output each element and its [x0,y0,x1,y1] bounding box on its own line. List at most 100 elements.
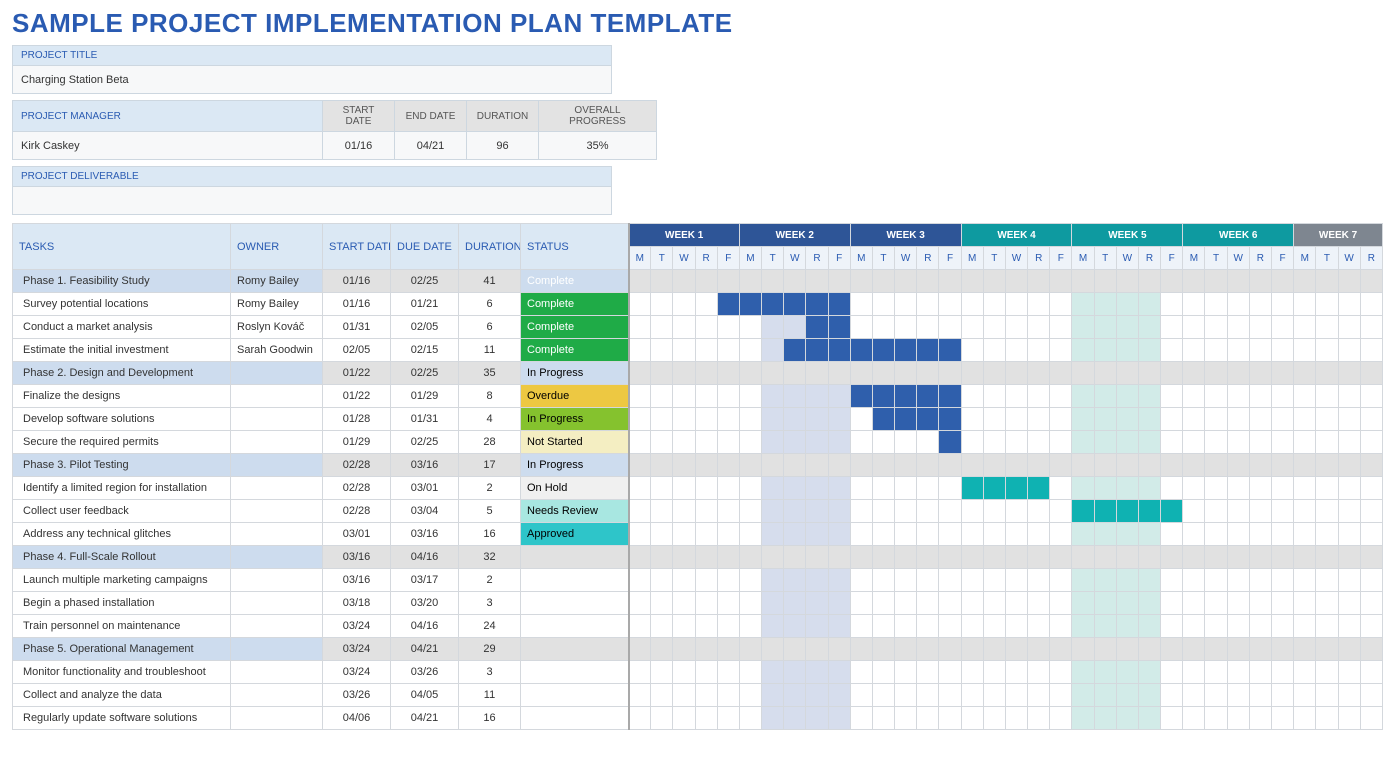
status-cell[interactable]: Complete [521,270,629,293]
task-name[interactable]: Phase 1. Feasibility Study [13,270,231,293]
plan-table[interactable]: TASKSOWNERSTART DATEDUE DATEDURATIONSTAT… [12,223,1383,730]
dur-cell[interactable]: 11 [459,684,521,707]
start-cell[interactable]: 02/28 [323,500,391,523]
status-cell[interactable]: Complete [521,293,629,316]
task-row[interactable]: Survey potential locationsRomy Bailey01/… [13,293,1383,316]
dur-cell[interactable]: 24 [459,615,521,638]
start-cell[interactable]: 01/16 [323,293,391,316]
status-cell[interactable]: Needs Review [521,500,629,523]
dur-cell[interactable]: 6 [459,293,521,316]
owner-cell[interactable]: Romy Bailey [231,293,323,316]
task-row[interactable]: Finalize the designs01/2201/298Overdue [13,385,1383,408]
task-name[interactable]: Collect and analyze the data [13,684,231,707]
owner-cell[interactable] [231,638,323,661]
dur-cell[interactable]: 17 [459,454,521,477]
due-cell[interactable]: 02/25 [391,362,459,385]
status-cell[interactable] [521,638,629,661]
task-row[interactable]: Identify a limited region for installati… [13,477,1383,500]
due-cell[interactable]: 03/04 [391,500,459,523]
start-cell[interactable]: 02/05 [323,339,391,362]
dur-cell[interactable]: 16 [459,707,521,730]
status-cell[interactable] [521,684,629,707]
due-cell[interactable]: 02/05 [391,316,459,339]
due-cell[interactable]: 04/16 [391,546,459,569]
start-cell[interactable]: 03/26 [323,684,391,707]
status-cell[interactable]: In Progress [521,408,629,431]
owner-cell[interactable]: Romy Bailey [231,270,323,293]
owner-cell[interactable] [231,661,323,684]
task-name[interactable]: Estimate the initial investment [13,339,231,362]
owner-cell[interactable] [231,385,323,408]
start-cell[interactable]: 01/16 [323,270,391,293]
start-cell[interactable]: 01/22 [323,362,391,385]
task-name[interactable]: Train personnel on maintenance [13,615,231,638]
owner-cell[interactable] [231,431,323,454]
owner-cell[interactable] [231,500,323,523]
start-cell[interactable]: 01/22 [323,385,391,408]
start-cell[interactable]: 01/28 [323,408,391,431]
dur-cell[interactable]: 41 [459,270,521,293]
task-row[interactable]: Address any technical glitches03/0103/16… [13,523,1383,546]
start-cell[interactable]: 03/16 [323,569,391,592]
owner-cell[interactable] [231,523,323,546]
status-cell[interactable] [521,592,629,615]
task-name[interactable]: Phase 4. Full-Scale Rollout [13,546,231,569]
dur-cell[interactable]: 2 [459,477,521,500]
dur-cell[interactable]: 8 [459,385,521,408]
task-row[interactable]: Launch multiple marketing campaigns03/16… [13,569,1383,592]
dur-cell[interactable]: 5 [459,500,521,523]
task-name[interactable]: Phase 2. Design and Development [13,362,231,385]
project-progress-value[interactable]: 35% [539,132,657,160]
project-end-value[interactable]: 04/21 [395,132,467,160]
task-row[interactable]: Conduct a market analysisRoslyn Kováč01/… [13,316,1383,339]
task-name[interactable]: Regularly update software solutions [13,707,231,730]
due-cell[interactable]: 01/31 [391,408,459,431]
dur-cell[interactable]: 28 [459,431,521,454]
due-cell[interactable]: 02/25 [391,270,459,293]
start-cell[interactable]: 03/24 [323,615,391,638]
task-row[interactable]: Train personnel on maintenance 03/2404/16… [13,615,1383,638]
status-cell[interactable]: Overdue [521,385,629,408]
dur-cell[interactable]: 32 [459,546,521,569]
dur-cell[interactable]: 6 [459,316,521,339]
task-row[interactable]: Estimate the initial investmentSarah Goo… [13,339,1383,362]
owner-cell[interactable]: Sarah Goodwin [231,339,323,362]
task-name[interactable]: Conduct a market analysis [13,316,231,339]
task-name[interactable]: Collect user feedback [13,500,231,523]
due-cell[interactable]: 04/05 [391,684,459,707]
owner-cell[interactable] [231,707,323,730]
task-name[interactable]: Monitor functionality and troubleshoot [13,661,231,684]
due-cell[interactable]: 02/15 [391,339,459,362]
task-row[interactable]: Regularly update software solutions04/06… [13,707,1383,730]
task-name[interactable]: Finalize the designs [13,385,231,408]
task-row[interactable]: Monitor functionality and troubleshoot03… [13,661,1383,684]
status-cell[interactable] [521,615,629,638]
task-row[interactable]: Develop software solutions01/2801/314In … [13,408,1383,431]
start-cell[interactable]: 03/24 [323,638,391,661]
owner-cell[interactable] [231,546,323,569]
status-cell[interactable] [521,661,629,684]
status-cell[interactable]: Approved [521,523,629,546]
due-cell[interactable]: 01/21 [391,293,459,316]
phase-row[interactable]: Phase 5. Operational Management03/2404/2… [13,638,1383,661]
dur-cell[interactable]: 2 [459,569,521,592]
start-cell[interactable]: 03/18 [323,592,391,615]
start-cell[interactable]: 01/29 [323,431,391,454]
task-row[interactable]: Collect and analyze the data 03/2604/0511 [13,684,1383,707]
project-duration-value[interactable]: 96 [467,132,539,160]
phase-row[interactable]: Phase 1. Feasibility StudyRomy Bailey01/… [13,270,1383,293]
status-cell[interactable] [521,569,629,592]
owner-cell[interactable] [231,684,323,707]
owner-cell[interactable] [231,477,323,500]
status-cell[interactable]: Complete [521,339,629,362]
due-cell[interactable]: 04/16 [391,615,459,638]
due-cell[interactable]: 02/25 [391,431,459,454]
dur-cell[interactable]: 3 [459,592,521,615]
status-cell[interactable]: In Progress [521,454,629,477]
start-cell[interactable]: 01/31 [323,316,391,339]
task-name[interactable]: Secure the required permits [13,431,231,454]
owner-cell[interactable] [231,408,323,431]
task-name[interactable]: Phase 5. Operational Management [13,638,231,661]
status-cell[interactable]: Complete [521,316,629,339]
start-cell[interactable]: 02/28 [323,454,391,477]
